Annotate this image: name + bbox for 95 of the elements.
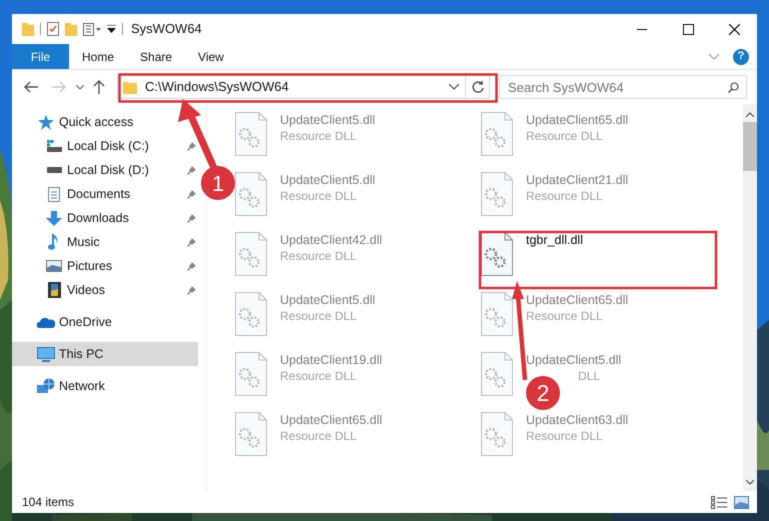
file-type: DLL: [578, 368, 600, 384]
refresh-icon[interactable]: [472, 81, 484, 93]
scrollbar[interactable]: [743, 104, 757, 491]
sidebar-item[interactable]: Videos: [12, 278, 198, 302]
pin-icon[interactable]: [187, 262, 196, 270]
file-gears-icon[interactable]: [481, 112, 513, 156]
sidebar-item[interactable]: Network: [12, 374, 113, 398]
file-gears-icon[interactable]: [235, 412, 267, 456]
file-name[interactable]: UpdateClient65.dll: [526, 292, 628, 308]
arrow: [178, 99, 218, 170]
file-name[interactable]: tgbr_dll.dll: [526, 232, 583, 248]
file-name[interactable]: UpdateClient19.dll: [280, 352, 382, 368]
document-icon: [48, 186, 60, 202]
ribbon-tab[interactable]: View: [185, 44, 237, 69]
file-name[interactable]: UpdateClient65.dll: [526, 112, 628, 128]
search-icon: [728, 82, 739, 93]
customize-toolbar-icon[interactable]: [107, 25, 116, 33]
file-type: Resource DLL: [280, 368, 357, 384]
file-name[interactable]: UpdateClient5.dll: [280, 172, 376, 188]
file-type: Resource DLL: [526, 128, 603, 144]
pin-icon[interactable]: [187, 190, 196, 198]
picture-icon: [46, 260, 62, 272]
dropdown-caret-icon[interactable]: [449, 84, 459, 90]
close-icon: [728, 24, 740, 34]
file-name[interactable]: UpdateClient65.dll: [280, 412, 382, 428]
scrollbar-thumb[interactable]: [743, 122, 757, 171]
cloud-icon: [37, 316, 55, 328]
file-type: Resource DLL: [280, 188, 357, 204]
pin-icon[interactable]: [187, 142, 196, 150]
file-gears-icon[interactable]: [235, 172, 267, 216]
recent-locations-icon[interactable]: [76, 84, 84, 90]
address-bar[interactable]: C:\Windows\SysWOW64: [117, 75, 490, 99]
folder-icon: [123, 80, 137, 94]
file-type: Resource DLL: [280, 428, 357, 444]
file-name[interactable]: UpdateClient21.dll: [526, 172, 628, 188]
file-type: Resource DLL: [526, 428, 603, 444]
sidebar-item[interactable]: Downloads: [12, 206, 198, 230]
monitor-icon: [37, 346, 55, 362]
file-name[interactable]: UpdateClient5.dll: [280, 292, 376, 308]
chevron-down-icon[interactable]: [709, 54, 719, 60]
scroll-down-icon[interactable]: [746, 480, 754, 485]
file-name[interactable]: UpdateClient63.dll: [526, 412, 628, 428]
drive-icon: [46, 140, 62, 152]
star-icon: [38, 114, 54, 130]
properties-icon[interactable]: [83, 22, 101, 36]
sidebar-item[interactable]: Music: [12, 230, 198, 254]
sidebar-item[interactable]: Quick access: [12, 110, 142, 134]
file-menu-button[interactable]: File: [12, 44, 69, 69]
address-path: C:\Windows\SysWOW64: [145, 78, 289, 96]
pin-icon[interactable]: [187, 286, 196, 294]
up-arrow-icon[interactable]: [93, 80, 105, 94]
file-type: Resource DLL: [280, 248, 357, 264]
sidebar-item[interactable]: Local Disk (C:): [12, 134, 198, 158]
file-gears-icon[interactable]: [481, 352, 513, 396]
file-gears-icon[interactable]: [481, 172, 513, 216]
film-icon: [48, 282, 60, 298]
file-gears-icon[interactable]: [481, 292, 513, 336]
file-gears-icon[interactable]: [481, 232, 513, 276]
file-name[interactable]: UpdateClient5.dll: [280, 112, 376, 128]
file-type: Resource DLL: [280, 308, 357, 324]
pin-icon[interactable]: [187, 238, 196, 246]
file-gears-icon[interactable]: [235, 292, 267, 336]
file-type: Resource DLL: [280, 128, 357, 144]
search-field[interactable]: Search SysWOW64: [499, 75, 747, 99]
item-count: 104 items: [22, 494, 74, 511]
ribbon-tab[interactable]: Share: [127, 44, 186, 69]
pin-icon[interactable]: [187, 214, 196, 222]
window-title: SysWOW64: [131, 20, 202, 38]
large-icons-view-icon[interactable]: [734, 496, 749, 508]
file-type: Resource DLL: [526, 308, 603, 324]
back-arrow-icon[interactable]: [24, 81, 38, 93]
sidebar-item[interactable]: Local Disk (D:): [12, 158, 198, 182]
minimize-icon: [637, 28, 647, 30]
music-note-icon: [48, 234, 60, 250]
sidebar-item[interactable]: OneDrive: [12, 310, 120, 334]
file-gears-icon[interactable]: [481, 412, 513, 456]
drive-icon: [46, 167, 62, 173]
help-button[interactable]: ?: [733, 48, 749, 64]
down-arrow-icon: [46, 210, 62, 226]
maximize-icon: [682, 24, 694, 34]
checklist-icon[interactable]: [47, 22, 59, 36]
sidebar-item[interactable]: Documents: [12, 182, 198, 206]
sidebar-item[interactable]: Pictures: [12, 254, 198, 278]
file-name[interactable]: UpdateClient42.dll: [280, 232, 382, 248]
pin-icon[interactable]: [187, 166, 196, 174]
file-gears-icon[interactable]: [235, 112, 267, 156]
network-icon: [37, 378, 55, 394]
details-view-icon[interactable]: [711, 496, 727, 508]
file-type: Resource DLL: [526, 188, 603, 204]
file-gears-icon[interactable]: [235, 352, 267, 396]
ribbon-tab[interactable]: Home: [69, 44, 128, 69]
sidebar-item[interactable]: This PC: [12, 342, 198, 366]
file-gears-icon[interactable]: [235, 232, 267, 276]
file-name[interactable]: UpdateClient5.dll: [526, 352, 622, 368]
scroll-up-icon[interactable]: [746, 112, 754, 117]
